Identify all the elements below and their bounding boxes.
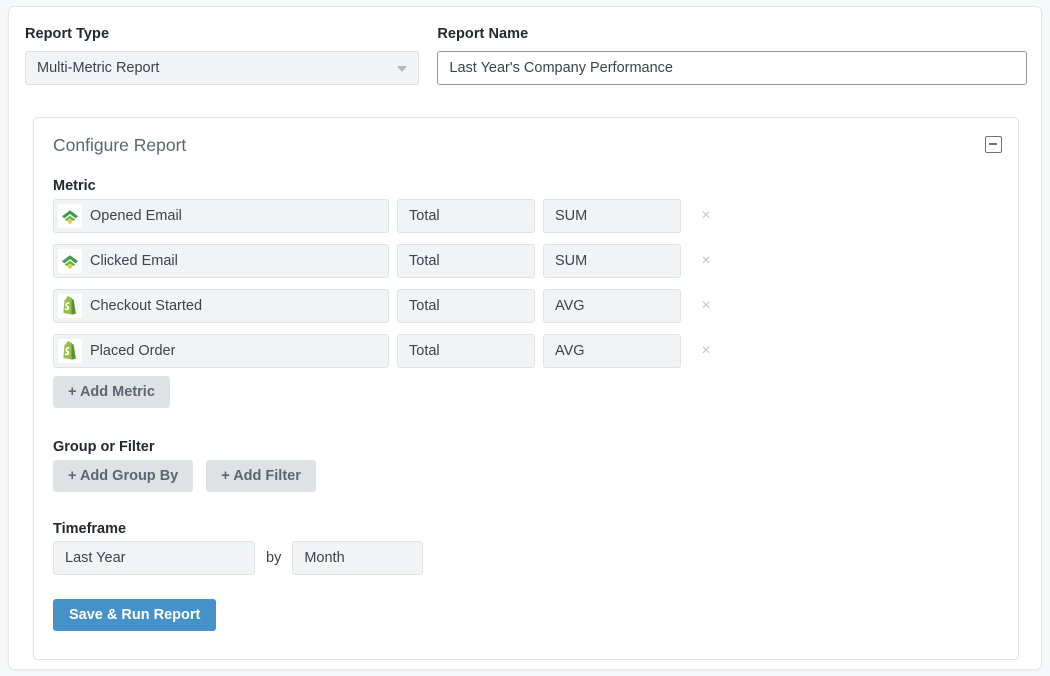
configure-report-panel: Configure Report Metric Opened Email Tota… <box>33 117 1019 660</box>
report-meta-row: Report Type Multi-Metric Report Report N… <box>25 26 1027 85</box>
remove-metric-icon[interactable]: × <box>691 289 721 323</box>
timeframe-section-label: Timeframe <box>53 521 126 538</box>
report-type-label: Report Type <box>25 26 419 43</box>
timeframe-range-select[interactable]: Last Year <box>53 541 255 575</box>
chevron-down-icon <box>397 66 407 72</box>
metric-name-value: Clicked Email <box>90 253 178 269</box>
metric-aggregation-value: SUM <box>555 253 587 269</box>
metric-rows-container: Opened Email Total SUM × Clicked Email Total S… <box>53 199 993 379</box>
metric-aggregation-select[interactable]: SUM <box>543 199 681 233</box>
report-builder-page: Report Type Multi-Metric Report Report N… <box>0 0 1050 676</box>
report-name-input[interactable] <box>437 51 1027 85</box>
shopify-logo-icon <box>58 294 82 318</box>
report-builder-card: Report Type Multi-Metric Report Report N… <box>8 6 1042 670</box>
metric-section-label: Metric <box>53 178 96 195</box>
report-type-field: Report Type Multi-Metric Report <box>25 26 419 85</box>
configure-report-title: Configure Report <box>53 134 186 156</box>
metric-aggregation-value: SUM <box>555 208 587 224</box>
metric-aggregation-select[interactable]: AVG <box>543 334 681 368</box>
timeframe-by-label: by <box>266 550 281 566</box>
metric-row: Opened Email Total SUM × <box>53 199 993 233</box>
timeframe-controls: Last Year by Month <box>53 541 423 575</box>
report-name-label: Report Name <box>437 26 1027 43</box>
metric-scope-select[interactable]: Total <box>397 244 535 278</box>
group-filter-buttons: + Add Group By + Add Filter <box>53 460 316 492</box>
metric-scope-value: Total <box>409 343 440 359</box>
metric-name-value: Opened Email <box>90 208 182 224</box>
metric-aggregation-select[interactable]: SUM <box>543 244 681 278</box>
metric-aggregation-value: AVG <box>555 298 585 314</box>
add-metric-button[interactable]: + Add Metric <box>53 376 170 408</box>
metric-name-select[interactable]: Clicked Email <box>53 244 389 278</box>
remove-metric-icon[interactable]: × <box>691 244 721 278</box>
metric-scope-select[interactable]: Total <box>397 289 535 323</box>
remove-metric-icon[interactable]: × <box>691 199 721 233</box>
remove-metric-icon[interactable]: × <box>691 334 721 368</box>
metric-name-value: Placed Order <box>90 343 175 359</box>
report-name-field: Report Name <box>437 26 1027 85</box>
metric-aggregation-value: AVG <box>555 343 585 359</box>
metric-row: Clicked Email Total SUM × <box>53 244 993 278</box>
timeframe-range-value: Last Year <box>65 550 125 566</box>
klaviyo-logo-icon <box>58 204 82 228</box>
metric-name-value: Checkout Started <box>90 298 202 314</box>
klaviyo-logo-icon <box>58 249 82 273</box>
group-filter-section-label: Group or Filter <box>53 439 155 456</box>
metric-row: Placed Order Total AVG × <box>53 334 993 368</box>
add-filter-button[interactable]: + Add Filter <box>206 460 316 492</box>
timeframe-unit-select[interactable]: Month <box>292 541 423 575</box>
metric-scope-value: Total <box>409 208 440 224</box>
metric-scope-select[interactable]: Total <box>397 199 535 233</box>
metric-name-select[interactable]: Placed Order <box>53 334 389 368</box>
shopify-logo-icon <box>58 339 82 363</box>
metric-row: Checkout Started Total AVG × <box>53 289 993 323</box>
metric-aggregation-select[interactable]: AVG <box>543 289 681 323</box>
report-type-value: Multi-Metric Report <box>37 60 159 76</box>
metric-scope-select[interactable]: Total <box>397 334 535 368</box>
timeframe-unit-value: Month <box>304 550 344 566</box>
metric-scope-value: Total <box>409 298 440 314</box>
add-group-by-button[interactable]: + Add Group By <box>53 460 193 492</box>
metric-name-select[interactable]: Opened Email <box>53 199 389 233</box>
metric-scope-value: Total <box>409 253 440 269</box>
report-type-select[interactable]: Multi-Metric Report <box>25 51 419 85</box>
collapse-minus-icon[interactable] <box>985 136 1002 153</box>
metric-name-select[interactable]: Checkout Started <box>53 289 389 323</box>
save-and-run-report-button[interactable]: Save & Run Report <box>53 599 216 631</box>
